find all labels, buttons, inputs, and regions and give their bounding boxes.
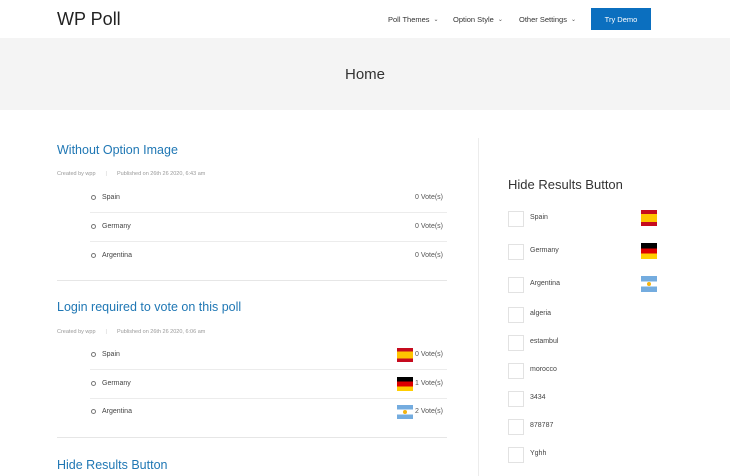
nav-item-label: Poll Themes	[388, 15, 430, 24]
option-name: Germany	[102, 380, 131, 387]
chevron-down-icon: ⌄	[497, 17, 503, 23]
option-votes: 1 Vote(s)	[414, 380, 443, 387]
sidebar-option[interactable]: 3434	[508, 391, 668, 409]
option-name: Germany	[530, 247, 559, 254]
option-name: 878787	[530, 422, 554, 429]
nav-item-other-settings[interactable]: Other Settings ⌄	[519, 15, 576, 24]
option-name: estambul	[530, 338, 559, 345]
option-name: algeria	[530, 310, 552, 317]
option-votes: 0 Vote(s)	[414, 223, 443, 230]
sidebar-option[interactable]: Spain	[508, 210, 668, 229]
option-checkbox[interactable]	[508, 335, 524, 351]
bullet-icon	[91, 224, 96, 229]
post-author: Created by wpp	[57, 171, 96, 177]
post-title-without-option-image[interactable]: Without Option Image	[57, 143, 178, 157]
option-checkbox[interactable]	[508, 447, 524, 463]
option-checkbox[interactable]	[508, 363, 524, 379]
try-demo-button[interactable]: Try Demo	[591, 8, 651, 30]
post-meta: Created by wpp | Published on 26th 26 20…	[57, 171, 205, 177]
argentina-flag-icon	[641, 276, 657, 292]
poll-option[interactable]: Argentina 0 Vote(s)	[90, 242, 447, 270]
post-author: Created by wpp	[57, 329, 96, 335]
option-name: Spain	[102, 351, 120, 358]
option-votes: 0 Vote(s)	[414, 252, 443, 259]
section-divider	[57, 280, 447, 281]
option-checkbox[interactable]	[508, 419, 524, 435]
chevron-down-icon: ⌄	[570, 17, 576, 23]
option-votes: 0 Vote(s)	[414, 194, 443, 201]
nav-item-option-style[interactable]: Option Style ⌄	[453, 15, 503, 24]
sidebar-option[interactable]: 878787	[508, 419, 668, 437]
argentina-flag-icon	[397, 405, 413, 419]
page-title-band: Home	[0, 38, 730, 110]
spain-flag-icon	[397, 348, 413, 362]
bullet-icon	[91, 381, 96, 386]
option-name: morocco	[530, 366, 557, 373]
option-checkbox[interactable]	[508, 391, 524, 407]
site-logo[interactable]: WP Poll	[57, 9, 121, 30]
sidebar-option[interactable]: Germany	[508, 243, 668, 262]
sidebar-option[interactable]: morocco	[508, 363, 668, 381]
poll-option[interactable]: Spain 0 Vote(s)	[90, 184, 447, 213]
bullet-icon	[91, 352, 96, 357]
germany-flag-icon	[641, 243, 657, 259]
post-title-login-required[interactable]: Login required to vote on this poll	[57, 300, 241, 314]
post-meta: Created by wpp | Published on 26th 26 20…	[57, 329, 205, 335]
bullet-icon	[91, 253, 96, 258]
sidebar-poll-title: Hide Results Button	[508, 177, 623, 192]
option-name: Spain	[530, 214, 548, 221]
sidebar-option[interactable]: algeria	[508, 307, 668, 325]
poll-option[interactable]: Germany 0 Vote(s)	[90, 213, 447, 242]
site-header: WP Poll Poll Themes ⌄ Option Style ⌄ Oth…	[0, 0, 730, 39]
spain-flag-icon	[641, 210, 657, 226]
sidebar-option[interactable]: Yghh	[508, 447, 668, 465]
poll-option[interactable]: Argentina 2 Vote(s)	[90, 398, 447, 426]
chevron-down-icon: ⌄	[433, 17, 439, 23]
option-votes: 2 Vote(s)	[414, 408, 443, 415]
post-title-hide-results-button[interactable]: Hide Results Button	[57, 458, 167, 472]
sidebar-divider	[478, 138, 479, 476]
poll-option[interactable]: Germany 1 Vote(s)	[90, 370, 447, 399]
option-checkbox[interactable]	[508, 307, 524, 323]
post-date: Published on 26th 26 2020, 6:43 am	[116, 171, 206, 177]
bullet-icon	[91, 409, 96, 414]
page-title: Home	[344, 66, 385, 83]
option-votes: 0 Vote(s)	[414, 351, 443, 358]
bullet-icon	[91, 195, 96, 200]
nav-item-poll-themes[interactable]: Poll Themes ⌄	[388, 15, 439, 24]
meta-separator: |	[105, 329, 107, 335]
option-name: Yghh	[530, 450, 547, 457]
option-name: Argentina	[102, 252, 132, 259]
option-checkbox[interactable]	[508, 244, 524, 260]
post-date: Published on 26th 26 2020, 6:06 am	[116, 329, 206, 335]
meta-separator: |	[105, 171, 107, 177]
option-name: Spain	[102, 194, 120, 201]
nav-item-label: Other Settings	[519, 15, 567, 24]
option-checkbox[interactable]	[508, 277, 524, 293]
sidebar-option[interactable]: Argentina	[508, 276, 668, 295]
nav-item-label: Option Style	[453, 15, 494, 24]
option-name: Germany	[102, 223, 131, 230]
option-name: Argentina	[102, 408, 132, 415]
section-divider	[57, 437, 447, 438]
sidebar-option[interactable]: estambul	[508, 335, 668, 353]
option-name: 3434	[530, 394, 546, 401]
germany-flag-icon	[397, 377, 413, 391]
option-checkbox[interactable]	[508, 211, 524, 227]
option-name: Argentina	[530, 280, 560, 287]
poll-option[interactable]: Spain 0 Vote(s)	[90, 341, 447, 370]
